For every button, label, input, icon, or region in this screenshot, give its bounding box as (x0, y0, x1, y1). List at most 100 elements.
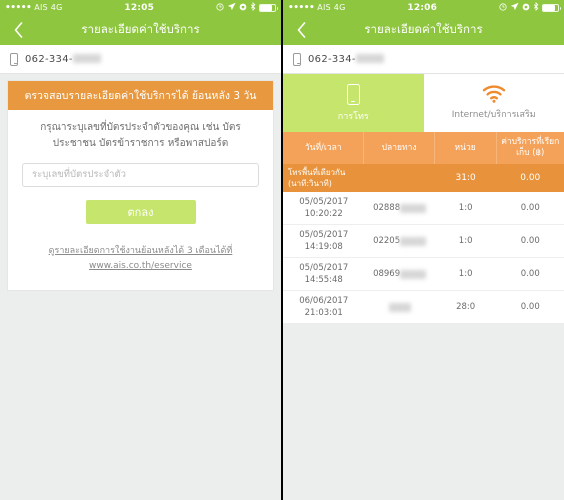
chevron-left-icon (297, 22, 305, 38)
back-button[interactable] (283, 15, 319, 45)
tab-calls[interactable]: การโทร (283, 74, 424, 132)
submit-button[interactable]: ตกลง (85, 199, 196, 224)
left-phone-number-row: 062-334- (0, 45, 281, 74)
network-type-label: 4G (333, 3, 346, 12)
table-row: 05/05/2017 14:19:08 02205 1:0 0.00 (283, 225, 564, 258)
network-type-label: 4G (50, 3, 63, 12)
cell-units: 1:0 (458, 236, 473, 246)
mobile-phone-icon (346, 83, 360, 105)
status-left-group: ••••• AIS 4G (5, 3, 62, 13)
back-button[interactable] (0, 15, 36, 45)
battery-icon (259, 3, 278, 12)
table-header-row: วันที่/เวลา ปลายทาง หน่วย ค่าบริการที่เร… (283, 132, 564, 164)
cell-charge: 0.00 (520, 203, 540, 213)
rotation-lock-icon (239, 3, 247, 13)
status-right-group (499, 1, 561, 13)
cell-time: 14:19:08 (304, 242, 343, 252)
table-row: 05/05/2017 10:20:22 02888 1:0 0.00 (283, 192, 564, 225)
cell-datetime: 05/05/2017 14:19:08 (283, 225, 364, 257)
chevron-left-icon (14, 22, 22, 38)
status-clock: 12:05 (124, 2, 155, 13)
status-right-group (216, 1, 278, 13)
phone-number-label: 062-334- (25, 54, 101, 65)
right-phone-screen: ••••• AIS 4G 12:06 รายละเอียดค่าใช้บริกา… (283, 0, 564, 500)
tab-internet-label: Internet/บริการเสริม (451, 110, 536, 120)
redacted-digits (388, 302, 411, 312)
redacted-digits (400, 236, 427, 246)
cell-date: 05/05/2017 (299, 230, 349, 240)
mobile-phone-icon (293, 52, 301, 66)
rotation-lock-icon (522, 3, 530, 13)
card-banner: ตรวจสอบรายละเอียดค่าใช้บริการได้ ย้อนหลั… (8, 81, 273, 110)
cell-destination: 08969 (364, 264, 434, 284)
redacted-digits (400, 269, 427, 279)
usage-table: วันที่/เวลา ปลายทาง หน่วย ค่าบริการที่เร… (283, 132, 564, 323)
phone-number-label: 062-334- (308, 54, 384, 65)
cell-date: 05/05/2017 (299, 263, 349, 273)
cell-charge: 0.00 (520, 302, 540, 312)
wifi-icon (482, 85, 505, 103)
alarm-icon (216, 2, 224, 13)
right-status-bar: ••••• AIS 4G 12:06 (283, 0, 564, 15)
carrier-label: AIS (317, 3, 331, 12)
cell-datetime: 06/06/2017 21:03:01 (283, 291, 364, 323)
battery-icon (542, 3, 561, 12)
cell-units: 1:0 (458, 269, 473, 279)
tab-internet[interactable]: Internet/บริการเสริม (423, 74, 564, 132)
right-nav-bar: รายละเอียดค่าใช้บริการ (283, 15, 564, 45)
page-title: รายละเอียดค่าใช้บริการ (81, 22, 200, 36)
eservice-url-link[interactable]: www.ais.co.th/eservice (22, 259, 259, 274)
signal-dots-icon: ••••• (288, 2, 315, 13)
location-arrow-icon (510, 2, 519, 13)
dual-screenshot-container: ••••• AIS 4G 12:05 รายละเอียดค่าใช้บริกา… (0, 0, 564, 500)
mobile-phone-icon (10, 52, 18, 66)
id-number-input[interactable] (22, 162, 259, 187)
cell-time: 10:20:22 (304, 209, 343, 219)
table-row: 05/05/2017 14:55:48 08969 1:0 0.00 (283, 258, 564, 291)
service-tabs: การโทร Internet/บริการเสริม (283, 74, 564, 132)
cell-date: 05/05/2017 (299, 197, 349, 207)
summary-label-line1: โทรพื้นที่เดียวกัน (288, 168, 346, 177)
left-nav-bar: รายละเอียดค่าใช้บริการ (0, 15, 281, 45)
cell-time: 21:03:01 (304, 308, 343, 318)
column-header-destination: ปลายทาง (364, 132, 435, 164)
alarm-icon (499, 2, 507, 13)
cell-time: 14:55:48 (304, 275, 343, 285)
bluetooth-icon (250, 1, 256, 13)
column-header-datetime: วันที่/เวลา (283, 132, 365, 164)
left-phone-screen: ••••• AIS 4G 12:05 รายละเอียดค่าใช้บริกา… (0, 0, 281, 500)
redacted-digits (355, 54, 384, 63)
id-verification-card: ตรวจสอบรายละเอียดค่าใช้บริการได้ ย้อนหลั… (8, 81, 273, 290)
table-summary-row: โทรพื้นที่เดียวกัน (นาที:วินาที) 31:0 0.… (283, 164, 564, 192)
summary-label: โทรพื้นที่เดียวกัน (นาที:วินาที) (283, 164, 364, 192)
redacted-digits (72, 54, 101, 63)
left-status-bar: ••••• AIS 4G 12:05 (0, 0, 281, 15)
location-arrow-icon (227, 2, 236, 13)
signal-dots-icon: ••••• (5, 2, 32, 13)
bluetooth-icon (533, 1, 539, 13)
card-body: กรุณาระบุเลขที่บัตรประจำตัวของคุณ เช่น บ… (8, 110, 273, 290)
carrier-label: AIS (34, 3, 48, 12)
cell-date: 06/06/2017 (299, 296, 349, 306)
cell-destination: 02205 (364, 231, 434, 251)
cell-destination (364, 299, 434, 316)
summary-charge: 0.00 (520, 173, 541, 183)
summary-units: 31:0 (455, 173, 476, 183)
summary-label-line2: (นาที:วินาที) (288, 179, 332, 188)
cell-datetime: 05/05/2017 10:20:22 (283, 192, 364, 224)
instruction-text: กรุณาระบุเลขที่บัตรประจำตัวของคุณ เช่น บ… (40, 122, 241, 149)
cell-units: 28:0 (456, 302, 476, 312)
help-link-block: ดูรายละเอียดการใช้งานย้อนหลังได้ 3 เดือน… (22, 244, 259, 274)
tab-calls-label: การโทร (337, 111, 369, 122)
status-left-group: ••••• AIS 4G (288, 3, 345, 13)
history-link-line1[interactable]: ดูรายละเอียดการใช้งานย้อนหลังได้ 3 เดือน… (22, 244, 259, 259)
cell-units: 1:0 (458, 203, 473, 213)
column-header-units: หน่วย (435, 132, 497, 164)
cell-datetime: 05/05/2017 14:55:48 (283, 258, 364, 290)
table-row: 06/06/2017 21:03:01 28:0 0.00 (283, 291, 564, 323)
page-title: รายละเอียดค่าใช้บริการ (364, 22, 483, 36)
status-clock: 12:06 (407, 2, 438, 13)
cell-charge: 0.00 (520, 236, 540, 246)
right-phone-number-row: 062-334- (283, 45, 564, 74)
redacted-digits (400, 203, 427, 213)
